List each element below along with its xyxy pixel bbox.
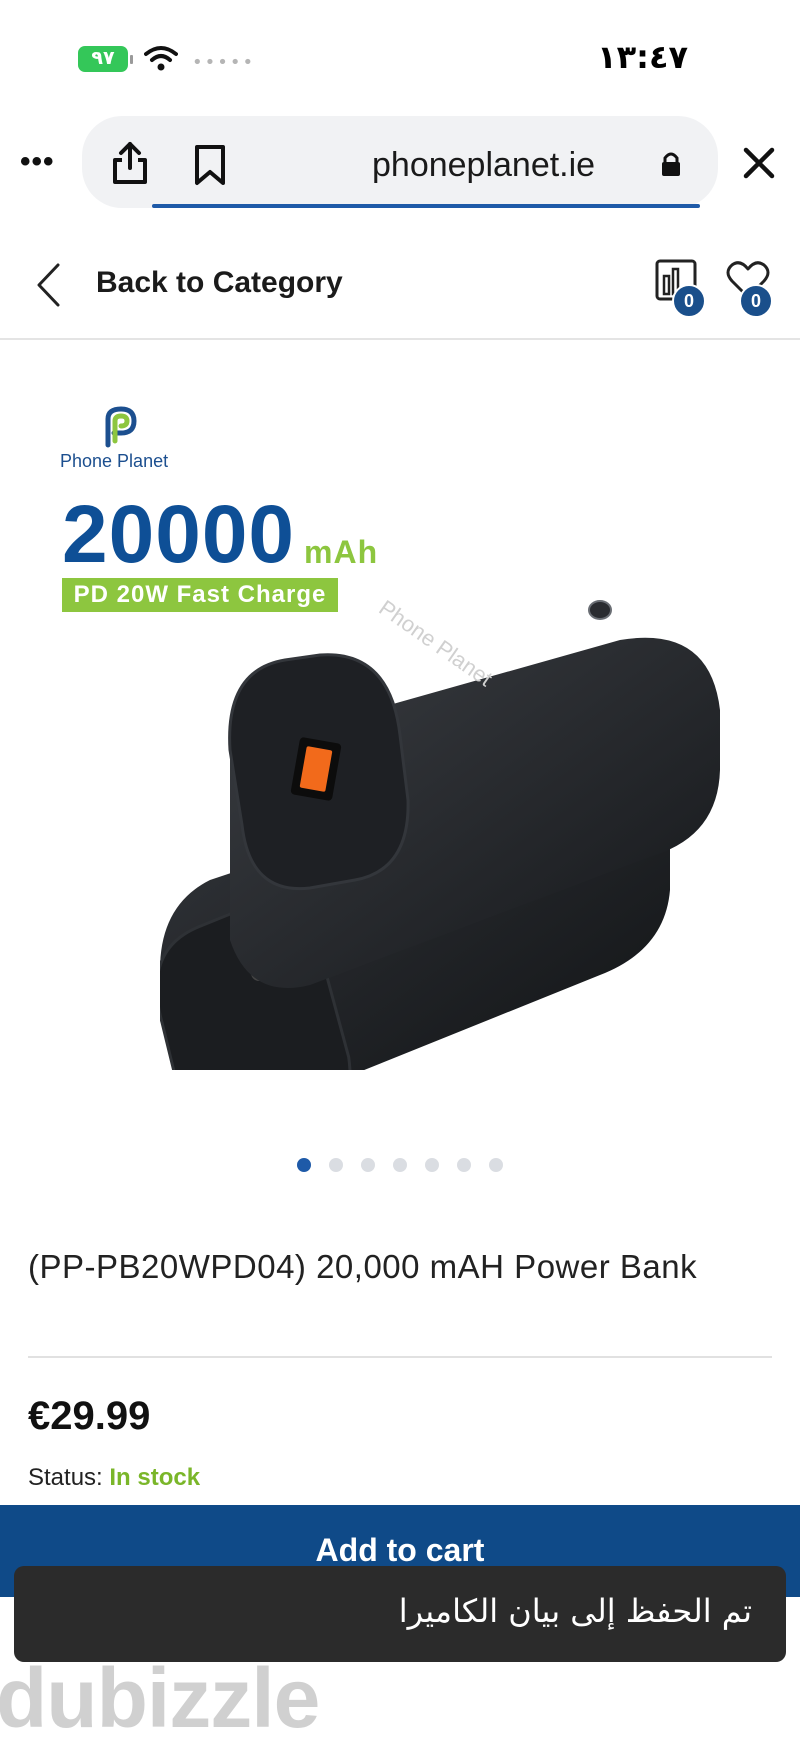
add-to-cart-label: Add to cart bbox=[315, 1532, 485, 1568]
divider bbox=[0, 338, 800, 340]
carousel-dot[interactable] bbox=[457, 1158, 471, 1172]
brand-logo-text: Phone Planet bbox=[60, 451, 169, 471]
carousel-dot[interactable] bbox=[297, 1158, 311, 1172]
carousel-dot[interactable] bbox=[361, 1158, 375, 1172]
carousel-dot[interactable] bbox=[393, 1158, 407, 1172]
divider bbox=[28, 1356, 772, 1358]
wishlist-count-badge: 0 bbox=[739, 284, 773, 318]
wifi-icon bbox=[144, 46, 178, 71]
bookmark-icon[interactable] bbox=[192, 144, 228, 186]
status-time: ١٣:٤٧ bbox=[597, 38, 688, 76]
lock-icon bbox=[662, 152, 680, 176]
stock-status-label: Status: bbox=[28, 1464, 103, 1491]
back-to-category-link[interactable]: Back to Category bbox=[96, 266, 343, 300]
carousel-dot[interactable] bbox=[329, 1158, 343, 1172]
compare-count-badge: 0 bbox=[672, 284, 706, 318]
product-title: (PP-PB20WPD04) 20,000 mAH Power Bank bbox=[28, 1248, 698, 1285]
page-load-progress bbox=[152, 204, 700, 208]
stock-status: Status: In stock bbox=[28, 1464, 200, 1492]
close-icon[interactable] bbox=[742, 146, 776, 180]
carousel-dot[interactable] bbox=[425, 1158, 439, 1172]
battery-icon: ٩٧ bbox=[78, 46, 133, 72]
more-options-button[interactable]: ••• bbox=[20, 147, 55, 177]
toast-message: تم الحفظ إلى بيان الكاميرا bbox=[398, 1592, 752, 1630]
product-price: €29.99 bbox=[28, 1394, 151, 1438]
device-brand-print: Phone Planet bbox=[375, 595, 498, 691]
capacity-unit: mAh bbox=[304, 534, 379, 570]
cellular-signal-icon: ••••• bbox=[192, 52, 256, 73]
url-text[interactable]: phoneplanet.ie bbox=[372, 146, 595, 185]
capacity-value: 20000 bbox=[62, 489, 296, 580]
phone-planet-logo-icon bbox=[105, 406, 137, 448]
watermark: dubizzle bbox=[0, 1651, 320, 1745]
power-bank-product-image[interactable]: Phone Planet bbox=[160, 590, 780, 1070]
stock-status-value: In stock bbox=[109, 1464, 201, 1491]
battery-level: ٩٧ bbox=[91, 48, 115, 69]
carousel-dot[interactable] bbox=[489, 1158, 503, 1172]
carousel-dots bbox=[0, 1158, 800, 1174]
chevron-left-icon[interactable] bbox=[34, 262, 62, 308]
share-icon[interactable] bbox=[110, 140, 150, 186]
